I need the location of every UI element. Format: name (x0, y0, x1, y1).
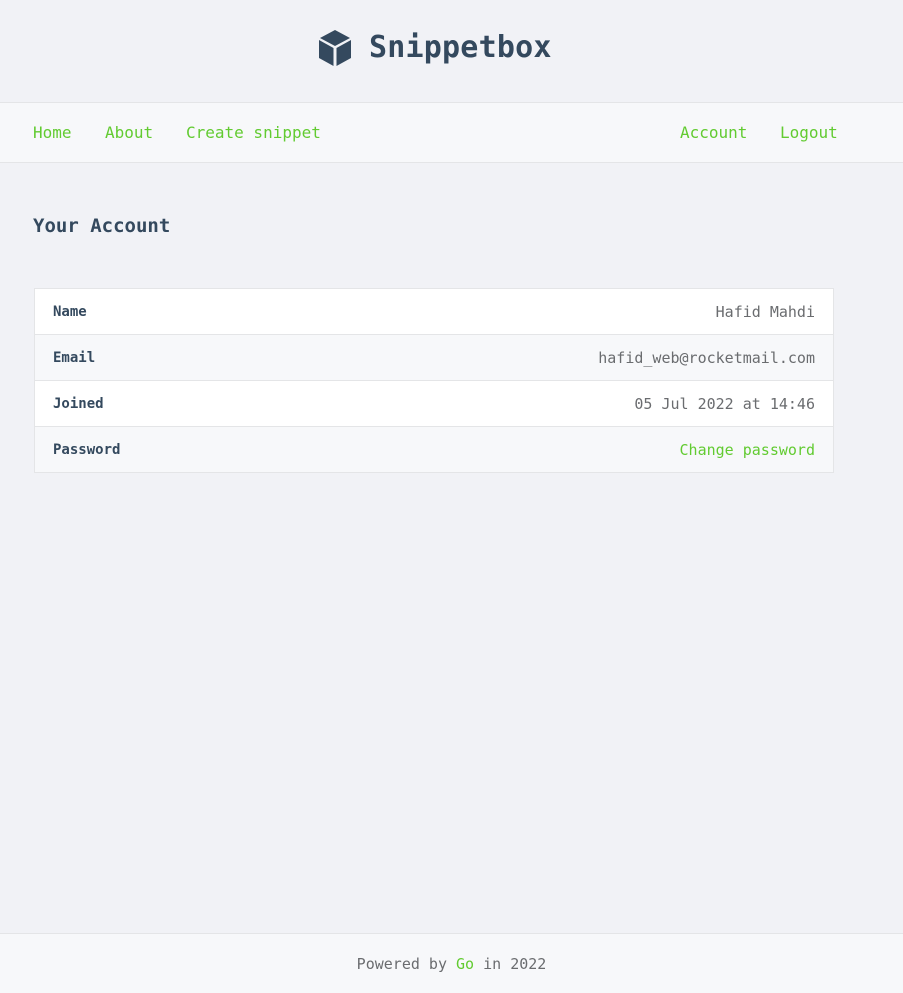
nav-account-link[interactable]: Account (680, 103, 747, 162)
row-value: Hafid Mahdi (715, 303, 815, 321)
row-label: Email (53, 350, 96, 366)
cube-icon (318, 29, 352, 67)
nav-about-link[interactable]: About (105, 103, 153, 162)
account-row-password: Password Change password (35, 427, 833, 472)
row-value: hafid_web@rocketmail.com (598, 349, 815, 367)
site-footer: Powered by Go in 2022 (0, 933, 903, 993)
footer-suffix: in 2022 (483, 955, 547, 973)
account-row-name: Name Hafid Mahdi (35, 289, 833, 335)
footer-prefix: Powered by (356, 955, 447, 973)
account-table: Name Hafid Mahdi Email hafid_web@rocketm… (34, 288, 834, 473)
row-label: Joined (53, 396, 104, 412)
row-label: Password (53, 442, 121, 458)
brand-link[interactable]: Snippetbox (318, 28, 552, 68)
footer-go-link[interactable]: Go (456, 955, 474, 973)
change-password-link[interactable]: Change password (680, 427, 815, 473)
site-header: Snippetbox (0, 0, 903, 102)
brand-name: Snippetbox (369, 30, 552, 65)
nav-logout-link[interactable]: Logout (780, 103, 838, 162)
account-row-joined: Joined 05 Jul 2022 at 14:46 (35, 381, 833, 427)
main-nav: Home About Create snippet Account Logout (0, 102, 903, 163)
account-row-email: Email hafid_web@rocketmail.com (35, 335, 833, 381)
row-label: Name (53, 304, 87, 320)
nav-home-link[interactable]: Home (33, 103, 72, 162)
row-value: 05 Jul 2022 at 14:46 (634, 395, 815, 413)
nav-create-snippet-link[interactable]: Create snippet (186, 103, 321, 162)
page-title: Your Account (33, 215, 171, 237)
